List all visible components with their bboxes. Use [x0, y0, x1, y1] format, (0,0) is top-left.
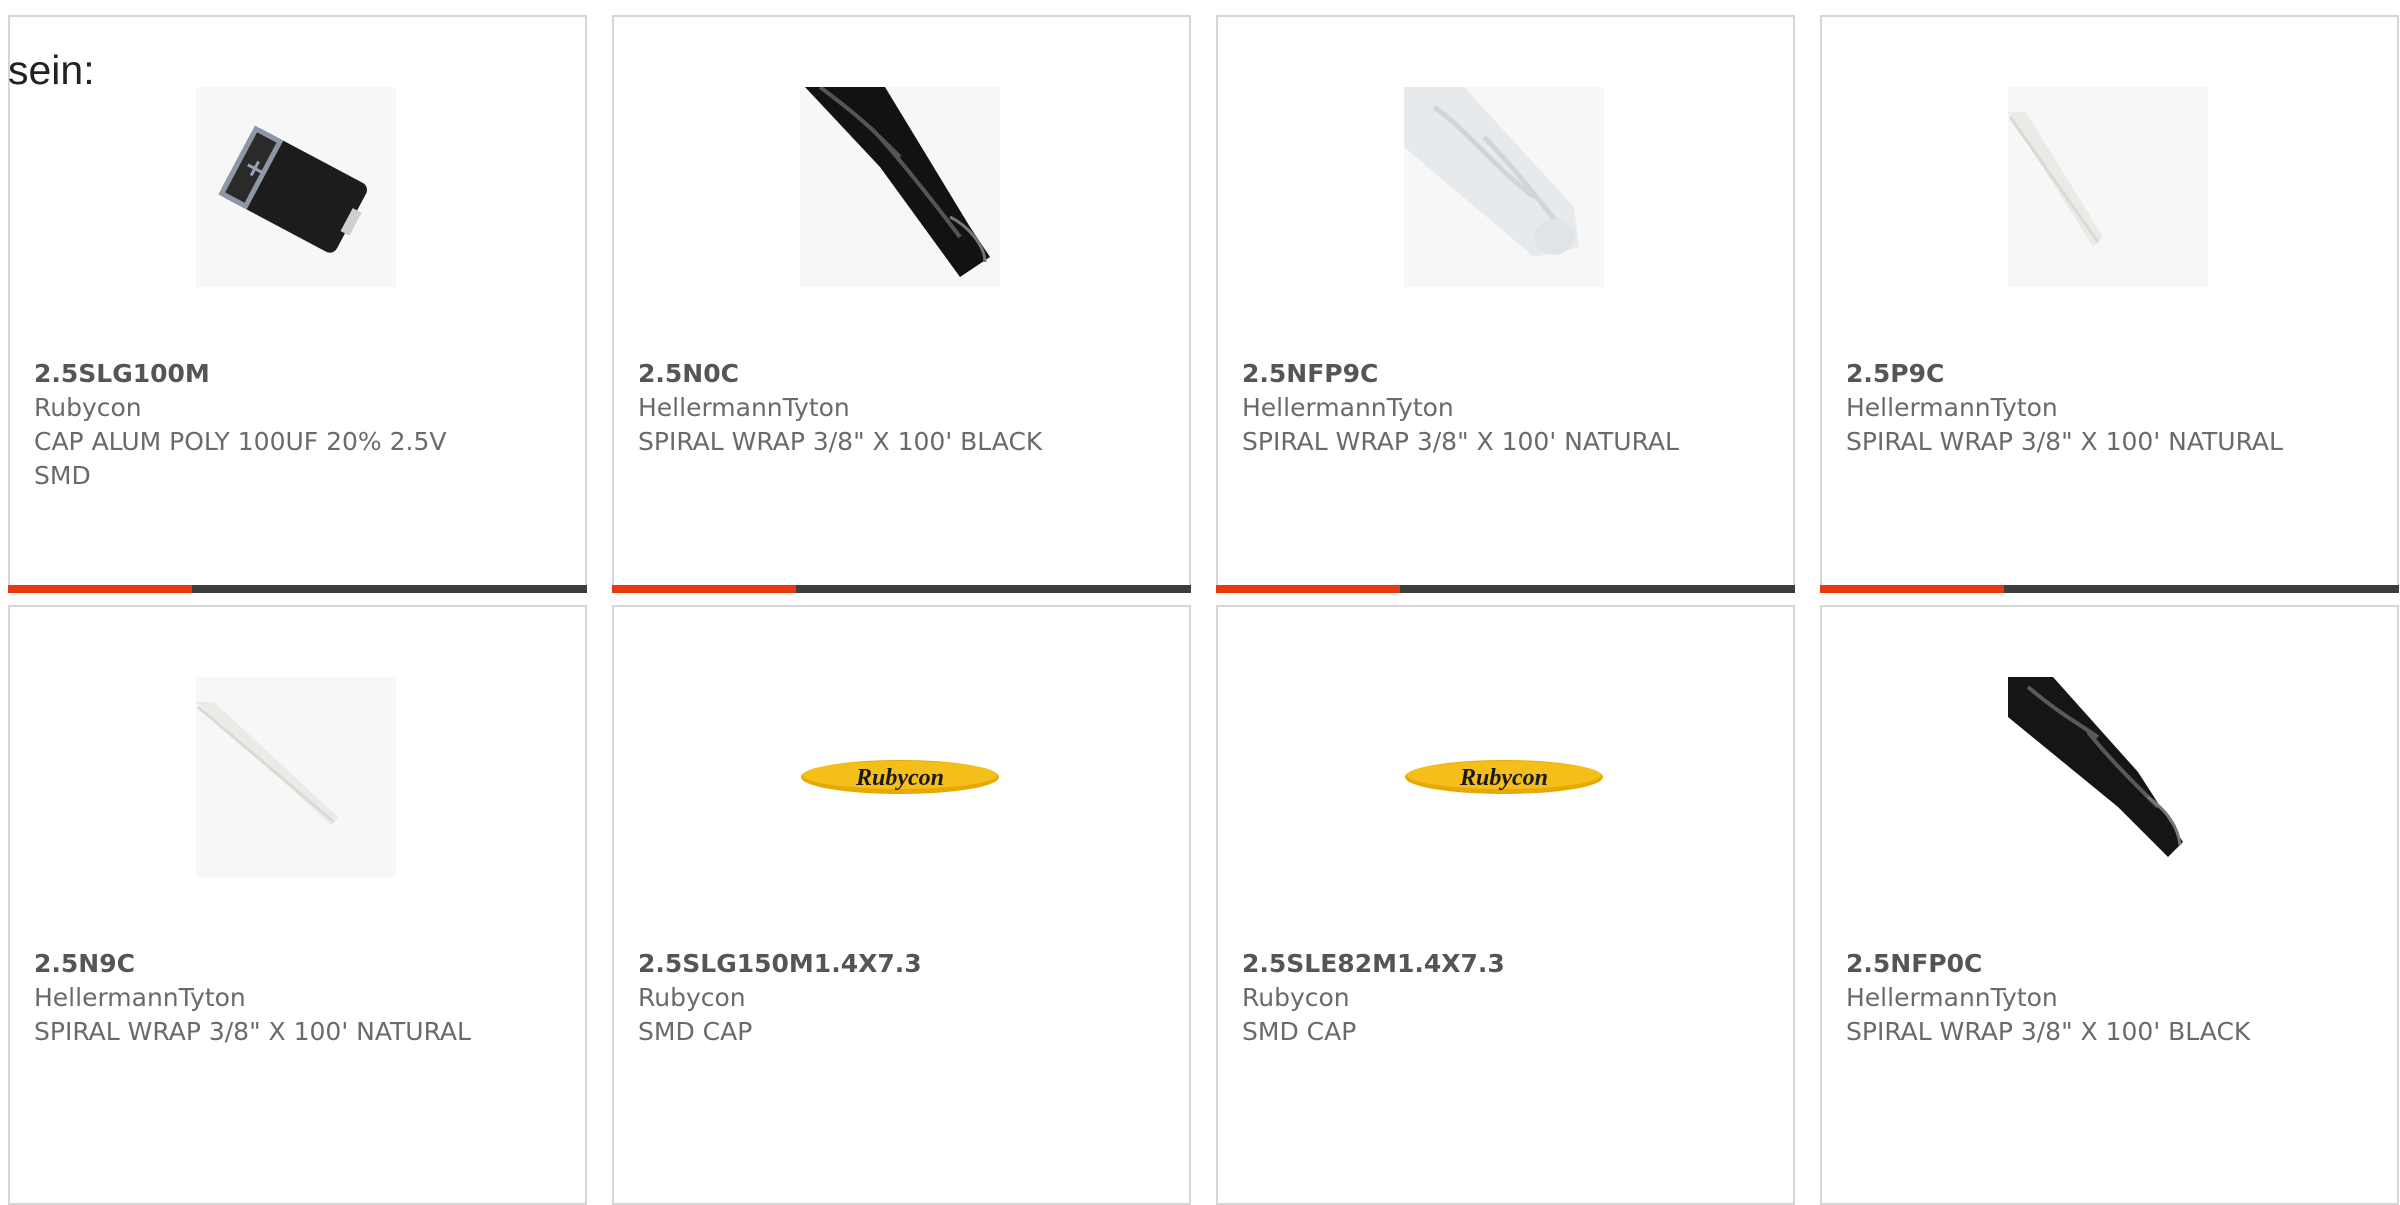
description: SMD CAP — [1242, 1017, 1357, 1046]
manufacturer: HellermannTyton — [638, 393, 850, 422]
part-number[interactable]: 2.5NFP0C — [1846, 947, 2373, 981]
description: SPIRAL WRAP 3/8" X 100' BLACK — [638, 427, 1043, 456]
manufacturer: HellermannTyton — [1846, 983, 2058, 1012]
black-spiral-wrap-image[interactable] — [800, 87, 1000, 287]
product-card[interactable]: Rubycon 2.5SLG150M1.4X7.3 Rubycon SMD CA… — [612, 605, 1191, 1205]
rubycon-logo-text: Rubycon — [855, 765, 944, 791]
intro-text: sein: — [8, 47, 95, 93]
manufacturer: Rubycon — [34, 393, 142, 422]
description: CAP ALUM POLY 100UF 20% 2.5V SMD — [34, 427, 447, 490]
product-card[interactable]: 2.5P9C HellermannTyton SPIRAL WRAP 3/8" … — [1820, 15, 2399, 593]
product-card[interactable]: 2.5NFP0C HellermannTyton SPIRAL WRAP 3/8… — [1820, 605, 2399, 1205]
part-number[interactable]: 2.5SLE82M1.4X7.3 — [1242, 947, 1769, 981]
rubycon-logo[interactable]: Rubycon — [1404, 677, 1604, 877]
product-card[interactable]: 2.5N0C HellermannTyton SPIRAL WRAP 3/8" … — [612, 15, 1191, 593]
manufacturer: Rubycon — [1242, 983, 1350, 1012]
product-card[interactable]: 2.5SLG100M Rubycon CAP ALUM POLY 100UF 2… — [8, 15, 587, 593]
card-bottom-bar — [612, 585, 1191, 593]
product-card[interactable]: Rubycon 2.5SLE82M1.4X7.3 Rubycon SMD CAP — [1216, 605, 1795, 1205]
description: SPIRAL WRAP 3/8" X 100' BLACK — [1846, 1017, 2251, 1046]
description: SPIRAL WRAP 3/8" X 100' NATURAL — [1242, 427, 1679, 456]
product-card[interactable]: 2.5NFP9C HellermannTyton SPIRAL WRAP 3/8… — [1216, 15, 1795, 593]
rubycon-logo-text: Rubycon — [1459, 765, 1548, 791]
natural-spiral-wrap-image[interactable] — [1404, 87, 1604, 287]
description: SMD CAP — [638, 1017, 753, 1046]
natural-tube-image[interactable] — [2008, 87, 2208, 287]
black-spiral-wrap-image[interactable] — [2008, 677, 2208, 877]
card-bottom-bar — [1216, 585, 1795, 593]
part-number[interactable]: 2.5NFP9C — [1242, 357, 1769, 391]
card-bottom-bar — [1820, 585, 2399, 593]
card-bottom-bar — [8, 585, 587, 593]
manufacturer: HellermannTyton — [1242, 393, 1454, 422]
part-number[interactable]: 2.5N9C — [34, 947, 561, 981]
part-number[interactable]: 2.5P9C — [1846, 357, 2373, 391]
manufacturer: HellermannTyton — [1846, 393, 2058, 422]
smd-capacitor-image[interactable] — [196, 87, 396, 287]
manufacturer: HellermannTyton — [34, 983, 246, 1012]
rubycon-logo[interactable]: Rubycon — [800, 677, 1000, 877]
product-card[interactable]: 2.5N9C HellermannTyton SPIRAL WRAP 3/8" … — [8, 605, 587, 1205]
manufacturer: Rubycon — [638, 983, 746, 1012]
natural-tube-image[interactable] — [196, 677, 396, 877]
description: SPIRAL WRAP 3/8" X 100' NATURAL — [1846, 427, 2283, 456]
part-number[interactable]: 2.5SLG100M — [34, 357, 561, 391]
part-number[interactable]: 2.5SLG150M1.4X7.3 — [638, 947, 1165, 981]
description: SPIRAL WRAP 3/8" X 100' NATURAL — [34, 1017, 471, 1046]
part-number[interactable]: 2.5N0C — [638, 357, 1165, 391]
